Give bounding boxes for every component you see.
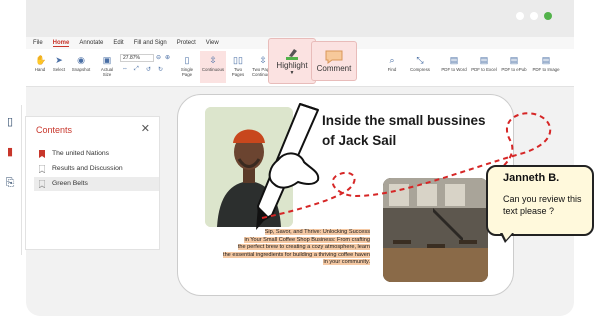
comment-note-tail-fill: [502, 232, 513, 240]
annotation-overlay: [256, 103, 552, 230]
comment-text: Can you review this text please ?: [503, 194, 582, 216]
pen-drawing-icon: [256, 103, 320, 230]
comment-author: Janneth B.: [503, 172, 560, 184]
